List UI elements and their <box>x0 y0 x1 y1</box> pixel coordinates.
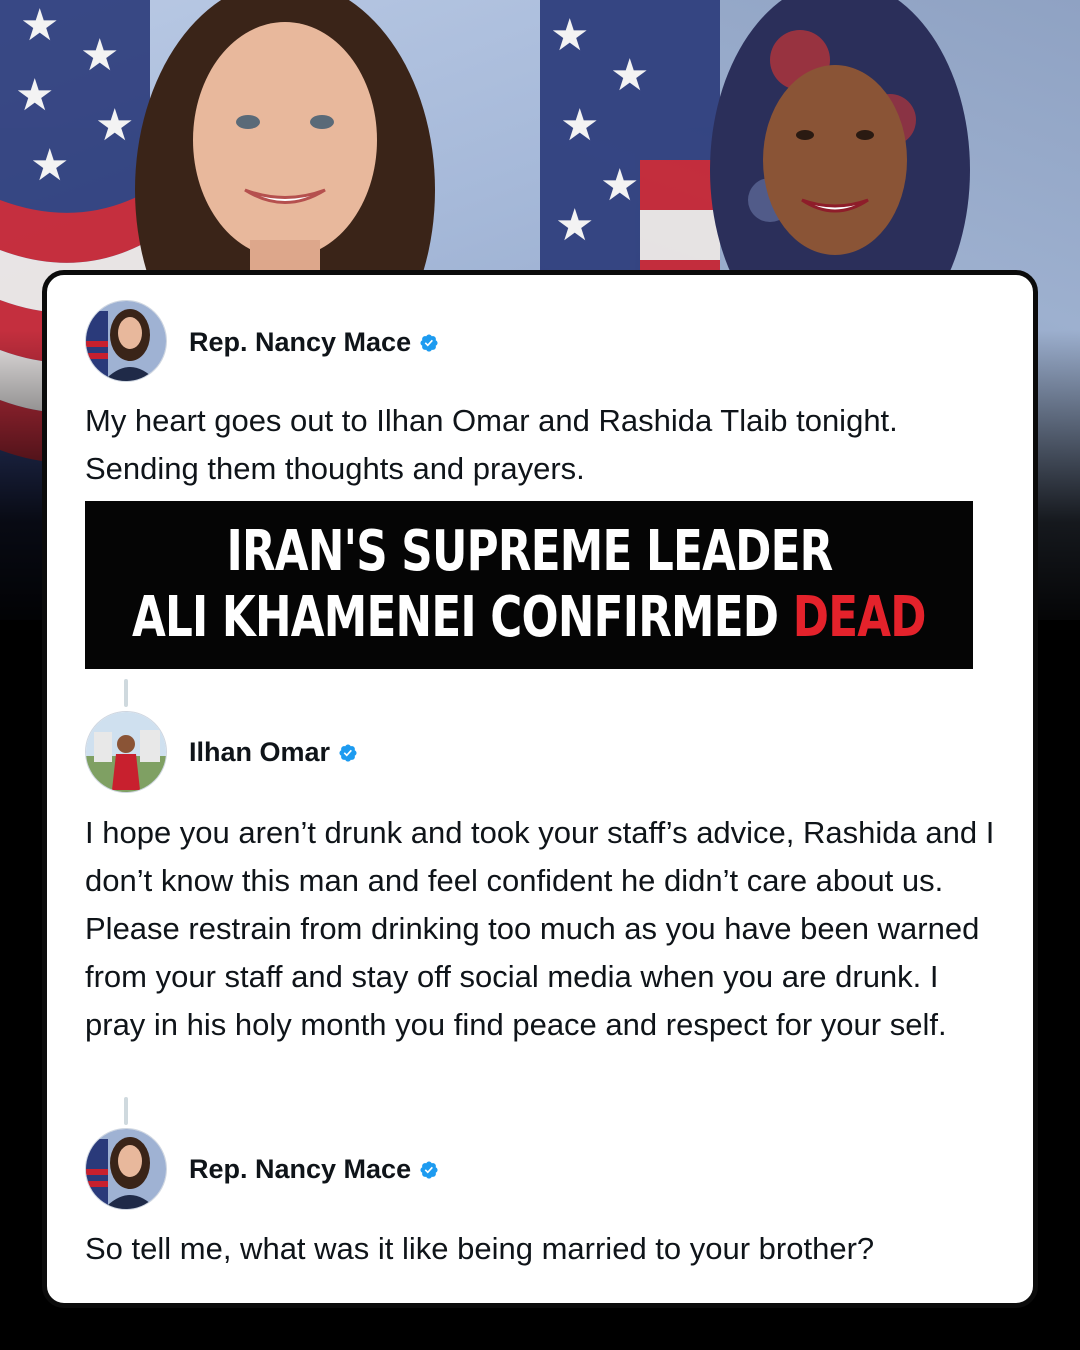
svg-text:★: ★ <box>610 50 649 101</box>
author-name[interactable]: Ilhan Omar <box>189 737 330 768</box>
svg-text:★: ★ <box>550 10 589 61</box>
svg-text:★: ★ <box>95 100 134 151</box>
svg-text:★: ★ <box>80 30 119 81</box>
thread-connector-line <box>124 679 128 707</box>
svg-text:★: ★ <box>555 200 594 251</box>
verified-badge-icon <box>339 743 357 762</box>
thread-connector-line <box>124 1097 128 1125</box>
headline-line-1: IRAN'S SUPREME LEADER <box>225 519 833 584</box>
tweet-thread-card: Rep. Nancy Mace My heart goes out to Ilh… <box>42 270 1038 1308</box>
avatar-nancy-mace[interactable] <box>85 300 167 382</box>
svg-text:★: ★ <box>560 100 599 151</box>
svg-text:★: ★ <box>30 140 69 191</box>
post-text: So tell me, what was it like being marri… <box>85 1231 875 1266</box>
avatar-image <box>86 712 166 792</box>
headline-line-2-white: ALI KHAMENEI CONFIRMED <box>132 585 779 650</box>
headline-banner-image[interactable]: IRAN'S SUPREME LEADER ALI KHAMENEI CONFI… <box>85 501 973 669</box>
svg-text:★: ★ <box>600 160 639 211</box>
avatar-nancy-mace[interactable] <box>85 1128 167 1210</box>
post-text: I hope you aren’t drunk and took your st… <box>85 815 995 1042</box>
svg-text:★: ★ <box>20 0 59 51</box>
avatar-ilhan-omar[interactable] <box>85 711 167 793</box>
avatar-image <box>86 1129 166 1209</box>
verified-badge-icon <box>420 333 438 352</box>
author-name[interactable]: Rep. Nancy Mace <box>189 327 411 358</box>
post-author[interactable]: Rep. Nancy Mace <box>189 1154 439 1185</box>
author-name[interactable]: Rep. Nancy Mace <box>189 1154 411 1185</box>
post-author[interactable]: Rep. Nancy Mace <box>189 327 439 358</box>
verified-badge-icon <box>420 1160 438 1179</box>
headline-line-2-red: DEAD <box>792 585 927 650</box>
post-author[interactable]: Ilhan Omar <box>189 737 358 768</box>
post-text: My heart goes out to Ilhan Omar and Rash… <box>85 403 898 486</box>
svg-text:★: ★ <box>15 70 54 121</box>
avatar-image <box>86 301 166 381</box>
headline-line-2: ALI KHAMENEI CONFIRMED DEAD <box>132 585 927 651</box>
